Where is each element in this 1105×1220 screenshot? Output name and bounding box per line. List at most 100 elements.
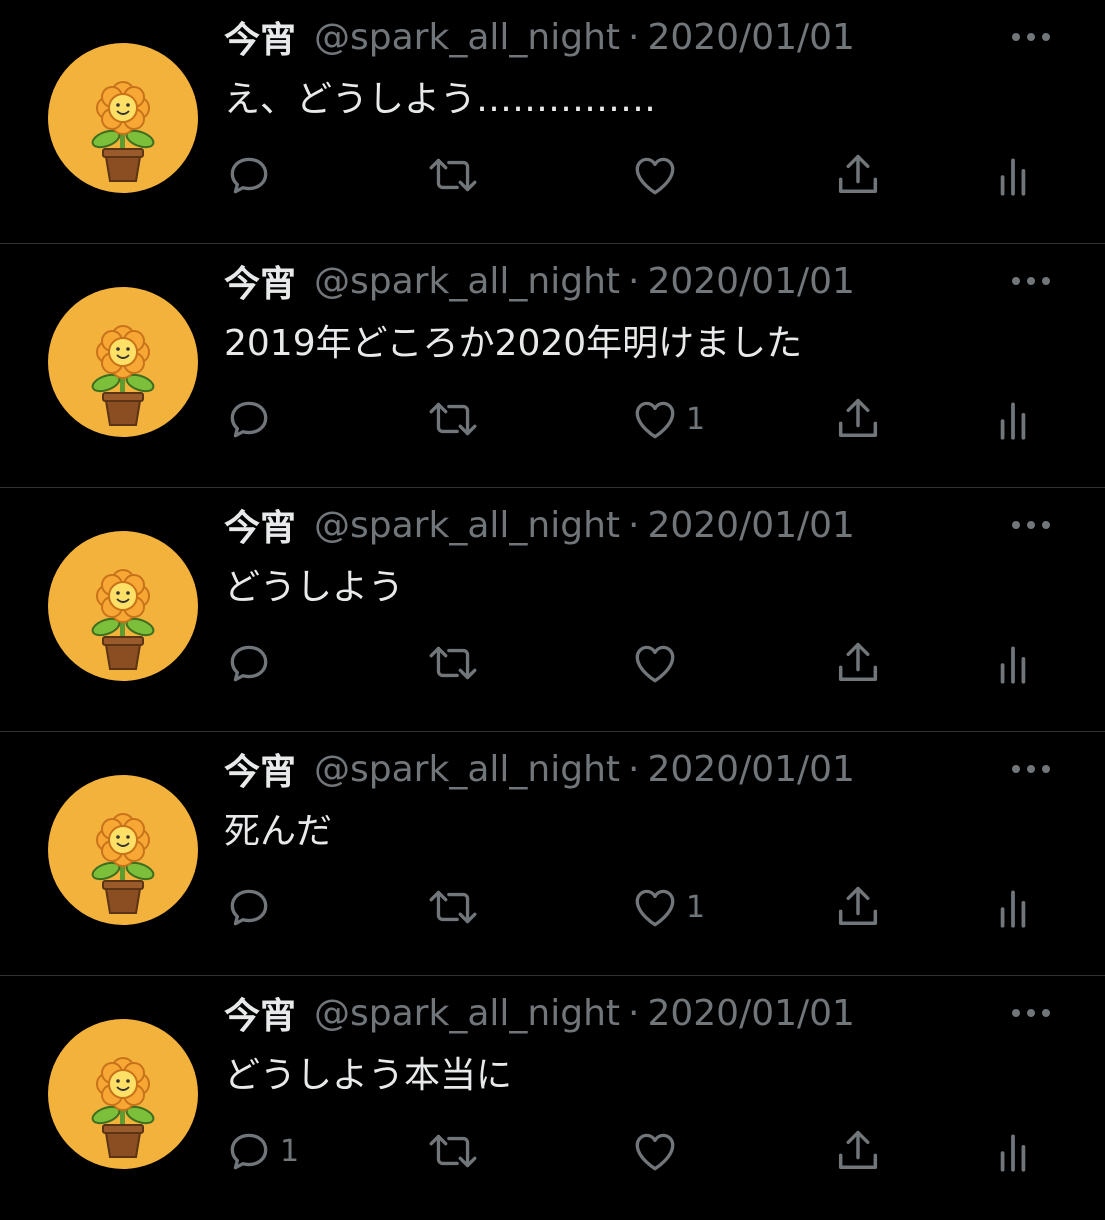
more-button[interactable]	[1008, 506, 1054, 544]
reply-button[interactable]	[224, 636, 280, 690]
tweet-actions: 1	[0, 1106, 1105, 1196]
tweet[interactable]: 今宵 @spark_all_night · 2020/01/01 どうしよう本当…	[0, 976, 1105, 1220]
like-count: 1	[686, 401, 706, 437]
views-icon	[1000, 646, 1026, 684]
tweet-actions	[0, 130, 1105, 220]
display-name[interactable]: 今宵	[224, 499, 296, 551]
like-icon	[635, 1133, 675, 1171]
tweet-text: どうしよう	[224, 567, 405, 608]
retweet-icon	[429, 890, 477, 924]
tweet-header: 今宵 @spark_all_night · 2020/01/01	[224, 500, 855, 550]
tweet-text: どうしよう本当に	[224, 1055, 513, 1096]
tweet-date[interactable]: 2020/01/01	[647, 17, 855, 58]
more-icon	[1012, 521, 1050, 529]
views-icon	[1000, 158, 1026, 196]
views-button[interactable]	[996, 148, 1030, 202]
user-handle[interactable]: @spark_all_night	[314, 749, 620, 790]
tweet-header: 今宵 @spark_all_night · 2020/01/01	[224, 12, 855, 62]
more-icon	[1012, 765, 1050, 773]
reply-button[interactable]: 1	[224, 1124, 299, 1178]
tweet-header: 今宵 @spark_all_night · 2020/01/01	[224, 988, 855, 1038]
display-name[interactable]: 今宵	[224, 255, 296, 307]
tweet[interactable]: 今宵 @spark_all_night · 2020/01/01 え、どうしよう…	[0, 0, 1105, 244]
tweet[interactable]: 今宵 @spark_all_night · 2020/01/01 死んだ 1	[0, 732, 1105, 976]
tweet-date[interactable]: 2020/01/01	[647, 993, 855, 1034]
like-button[interactable]	[630, 148, 686, 202]
reply-icon	[230, 645, 268, 682]
like-button[interactable]: 1	[630, 880, 705, 934]
share-icon	[838, 398, 878, 437]
display-name[interactable]: 今宵	[224, 11, 296, 63]
separator-dot: ·	[628, 992, 640, 1034]
tweet-date[interactable]: 2020/01/01	[647, 749, 855, 790]
retweet-icon	[429, 1134, 477, 1168]
display-name[interactable]: 今宵	[224, 743, 296, 795]
more-button[interactable]	[1008, 262, 1054, 300]
reply-button[interactable]	[224, 148, 280, 202]
views-button[interactable]	[996, 392, 1030, 446]
separator-dot: ·	[628, 260, 640, 302]
share-button[interactable]	[832, 148, 884, 202]
like-icon	[635, 645, 675, 683]
reply-icon	[230, 401, 268, 438]
share-button[interactable]	[832, 636, 884, 690]
retweet-icon	[429, 646, 477, 680]
like-icon	[635, 401, 675, 439]
share-icon	[838, 154, 878, 193]
like-count: 1	[686, 889, 706, 925]
retweet-button[interactable]	[426, 148, 480, 202]
tweet-date[interactable]: 2020/01/01	[647, 505, 855, 546]
user-handle[interactable]: @spark_all_night	[314, 261, 620, 302]
like-icon	[635, 889, 675, 927]
share-button[interactable]	[832, 880, 884, 934]
views-icon	[1000, 890, 1026, 928]
separator-dot: ·	[628, 748, 640, 790]
like-icon	[635, 157, 675, 195]
views-button[interactable]	[996, 636, 1030, 690]
more-button[interactable]	[1008, 750, 1054, 788]
views-button[interactable]	[996, 1124, 1030, 1178]
user-handle[interactable]: @spark_all_night	[314, 17, 620, 58]
more-icon	[1012, 1009, 1050, 1017]
more-button[interactable]	[1008, 994, 1054, 1032]
tweet-actions: 1	[0, 862, 1105, 952]
views-icon	[1000, 402, 1026, 440]
tweet[interactable]: 今宵 @spark_all_night · 2020/01/01 2019年どこ…	[0, 244, 1105, 488]
reply-icon	[230, 157, 268, 194]
tweet-actions: 1	[0, 374, 1105, 464]
views-button[interactable]	[996, 880, 1030, 934]
more-icon	[1012, 33, 1050, 41]
tweet[interactable]: 今宵 @spark_all_night · 2020/01/01 どうしよう	[0, 488, 1105, 732]
like-button[interactable]: 1	[630, 392, 705, 446]
share-icon	[838, 642, 878, 681]
retweet-button[interactable]	[426, 636, 480, 690]
retweet-button[interactable]	[426, 1124, 480, 1178]
tweet-actions	[0, 618, 1105, 708]
retweet-button[interactable]	[426, 880, 480, 934]
share-button[interactable]	[832, 392, 884, 446]
tweet-header: 今宵 @spark_all_night · 2020/01/01	[224, 744, 855, 794]
retweet-icon	[429, 158, 477, 192]
tweet-text: 2019年どころか2020年明けました	[224, 323, 803, 364]
retweet-icon	[429, 402, 477, 436]
more-button[interactable]	[1008, 18, 1054, 56]
reply-icon	[230, 889, 268, 926]
display-name[interactable]: 今宵	[224, 987, 296, 1039]
tweet-date[interactable]: 2020/01/01	[647, 261, 855, 302]
more-icon	[1012, 277, 1050, 285]
reply-icon	[230, 1133, 268, 1170]
reply-button[interactable]	[224, 880, 280, 934]
retweet-button[interactable]	[426, 392, 480, 446]
separator-dot: ·	[628, 504, 640, 546]
like-button[interactable]	[630, 1124, 686, 1178]
separator-dot: ·	[628, 16, 640, 58]
reply-button[interactable]	[224, 392, 280, 446]
share-icon	[838, 1130, 878, 1169]
user-handle[interactable]: @spark_all_night	[314, 505, 620, 546]
share-button[interactable]	[832, 1124, 884, 1178]
share-icon	[838, 886, 878, 925]
like-button[interactable]	[630, 636, 686, 690]
user-handle[interactable]: @spark_all_night	[314, 993, 620, 1034]
timeline-feed: 今宵 @spark_all_night · 2020/01/01 え、どうしよう…	[0, 0, 1105, 1220]
tweet-header: 今宵 @spark_all_night · 2020/01/01	[224, 256, 855, 306]
